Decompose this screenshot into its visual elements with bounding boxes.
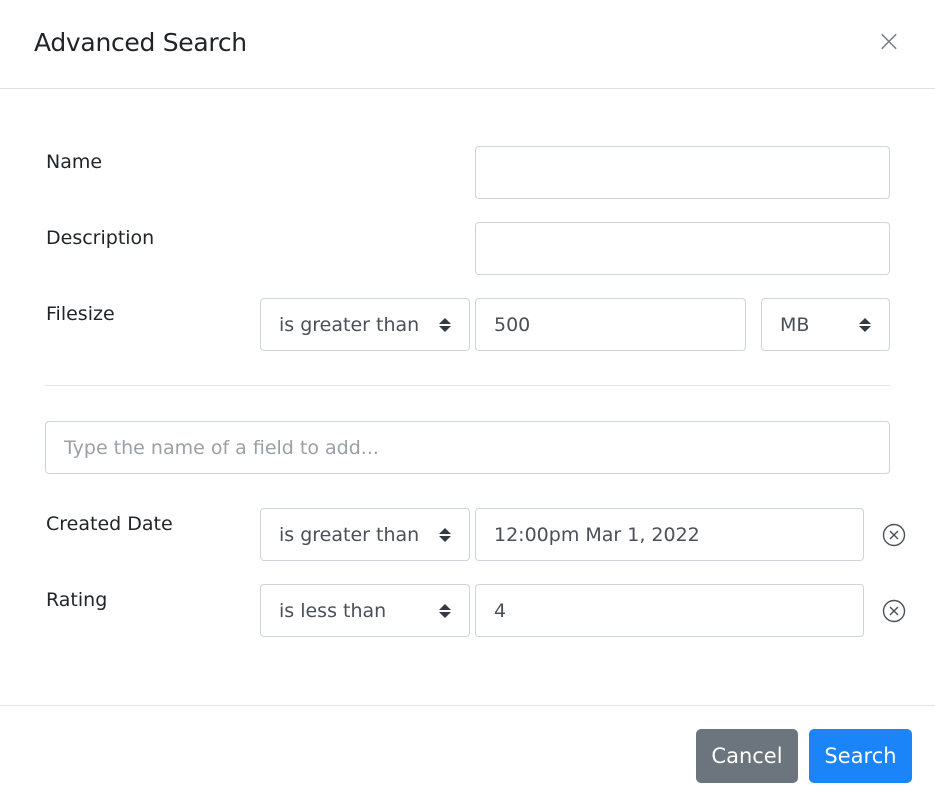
select-caret-icon [439, 603, 451, 619]
filesize-value-input[interactable]: 500 [475, 298, 746, 351]
select-caret-icon [439, 317, 451, 333]
add-field-input[interactable]: Type the name of a field to add... [45, 421, 890, 474]
search-button[interactable]: Search [809, 729, 912, 783]
added-field-label: Created Date [46, 513, 173, 535]
remove-created-date-button[interactable] [881, 522, 907, 548]
filesize-unit-value: MB [780, 313, 810, 336]
filesize-unit-select[interactable]: MB [761, 298, 890, 351]
filesize-label: Filesize [46, 303, 115, 325]
dialog-header: Advanced Search × [0, 0, 935, 89]
created-date-operator-select[interactable]: is greater than [260, 508, 470, 561]
created-date-operator-value: is greater than [279, 523, 420, 546]
description-input[interactable] [475, 222, 890, 275]
filesize-operator-value: is greater than [279, 313, 420, 336]
select-caret-icon [439, 527, 451, 543]
dialog-title: Advanced Search [34, 28, 247, 57]
close-icon: × [876, 24, 902, 59]
created-date-value-input[interactable]: 12:00pm Mar 1, 2022 [475, 508, 864, 561]
close-button[interactable]: × [872, 26, 906, 60]
name-label: Name [46, 151, 103, 173]
advanced-search-dialog: Advanced Search × Name Description Files… [0, 0, 935, 806]
rating-value-input[interactable]: 4 [475, 584, 864, 637]
circle-x-icon [882, 599, 906, 623]
description-label: Description [46, 227, 155, 249]
rating-operator-select[interactable]: is less than [260, 584, 470, 637]
remove-rating-button[interactable] [881, 598, 907, 624]
circle-x-icon [882, 523, 906, 547]
filesize-operator-select[interactable]: is greater than [260, 298, 470, 351]
cancel-button[interactable]: Cancel [696, 729, 798, 783]
rating-operator-value: is less than [279, 599, 387, 622]
added-field-label: Rating [46, 589, 108, 611]
section-divider [45, 385, 890, 386]
select-caret-icon [859, 317, 871, 333]
name-input[interactable] [475, 146, 890, 199]
